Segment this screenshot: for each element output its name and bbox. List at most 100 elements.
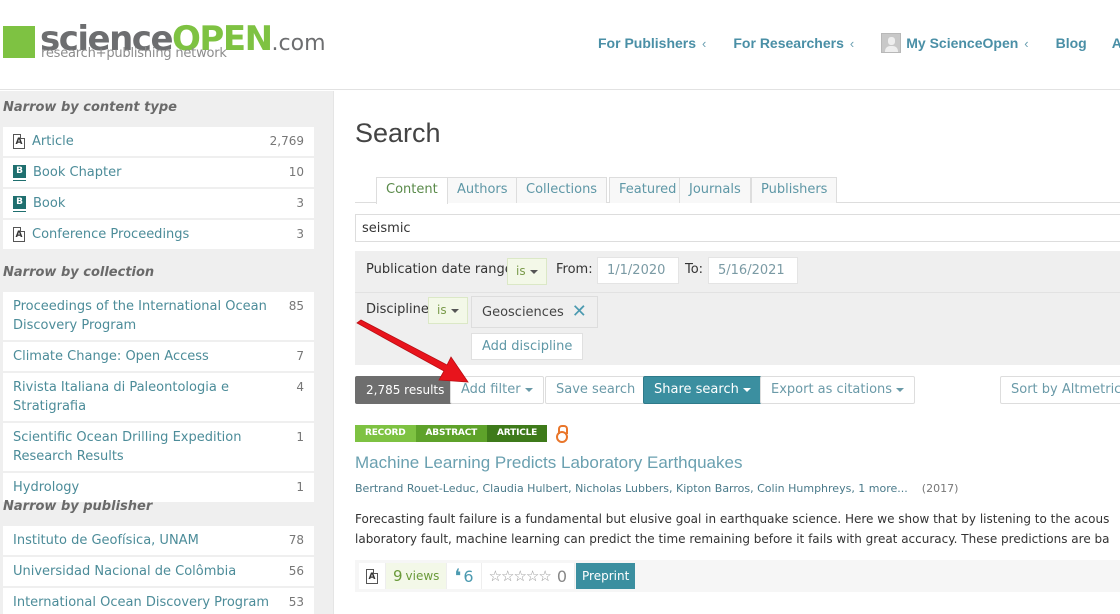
book-icon: B	[13, 196, 26, 211]
caret-down-icon	[742, 387, 751, 392]
caret-down-icon	[450, 308, 459, 313]
publication-year: (2017)	[921, 482, 959, 495]
article-icon: A	[366, 568, 378, 584]
to-label: To:	[685, 262, 704, 277]
tab-publishers[interactable]: Publishers	[751, 177, 838, 203]
caret-down-icon	[896, 387, 905, 392]
item-count: 2,769	[269, 134, 304, 148]
avatar-icon	[881, 33, 902, 53]
item-count: 7	[296, 349, 304, 363]
article-icon: A	[13, 227, 25, 242]
sort-dropdown[interactable]: Sort by Altmetric s	[1000, 376, 1120, 404]
rating[interactable]: ☆☆☆☆☆ 0	[481, 563, 575, 589]
publisher-item[interactable]: International Ocean Discovery Program 53	[3, 588, 314, 614]
nav-label: For Researchers	[733, 35, 844, 51]
item-label: Book	[33, 196, 66, 211]
item-count: 53	[288, 595, 304, 609]
logo-square-icon	[3, 26, 35, 58]
discipline-operator-dropdown[interactable]: is	[428, 297, 468, 324]
top-navigation: For Publishers ‹ For Researchers ‹ My Sc…	[598, 33, 1120, 53]
badge-record: RECORD	[355, 425, 416, 442]
result-authors: Bertrand Rouet-Leduc, Claudia Hulbert, N…	[355, 482, 1120, 495]
share-search-button[interactable]: Share search	[643, 376, 762, 404]
article-icon: A	[13, 134, 25, 149]
filter-sidebar: Narrow by content type A Article 2,769 BB…	[0, 91, 333, 614]
nav-for-researchers[interactable]: For Researchers ‹	[733, 35, 854, 51]
tab-featured[interactable]: Featured	[609, 177, 687, 203]
item-label: Instituto de Geofísica, UNAM	[13, 533, 199, 548]
add-filter-button[interactable]: Add filter	[450, 376, 544, 404]
nav-label: Blog	[1055, 35, 1087, 51]
tab-journals[interactable]: Journals	[679, 177, 751, 203]
item-count: 3	[296, 227, 304, 241]
collection-item[interactable]: Rivista Italiana di Paleontologia e Stra…	[3, 373, 314, 423]
publisher-item[interactable]: Universidad Nacional de Colômbia 56	[3, 557, 314, 588]
nav-label: For Publishers	[598, 35, 697, 51]
result-title-link[interactable]: Machine Learning Predicts Laboratory Ear…	[355, 453, 1120, 473]
collection-item[interactable]: Climate Change: Open Access 7	[3, 342, 314, 373]
citations-count[interactable]: ❛ 6	[447, 563, 482, 589]
chevron-left-icon: ‹	[1024, 35, 1029, 51]
content-type-book-chapter[interactable]: B Book Chapter 10	[3, 158, 314, 189]
star-rating-icons[interactable]: ☆☆☆☆☆	[489, 567, 552, 585]
publisher-item[interactable]: Instituto de Geofísica, UNAM 78	[3, 526, 314, 557]
nav-my-scienceopen[interactable]: My ScienceOpen ‹	[881, 33, 1029, 53]
logo-tagline: research+publishing network	[41, 46, 227, 61]
item-count: 78	[288, 533, 304, 547]
authors-list[interactable]: Bertrand Rouet-Leduc, Claudia Hulbert, N…	[355, 482, 908, 495]
rating-number: 0	[556, 566, 567, 586]
chevron-left-icon: ‹	[849, 35, 855, 51]
badge-article: ARTICLE	[487, 425, 548, 442]
from-label: From:	[556, 262, 593, 277]
tab-collections[interactable]: Collections	[516, 177, 608, 203]
content-type-book[interactable]: B Book 3	[3, 189, 314, 220]
date-range-filter: Publication date range is From: 1/1/2020…	[355, 251, 1120, 293]
site-header: scienceOPEN.com research+publishing netw…	[0, 0, 1120, 90]
views-count: 9 views	[386, 563, 448, 589]
views-label: views	[405, 569, 440, 583]
item-label: Conference Proceedings	[32, 227, 190, 242]
collection-item[interactable]: Hydrology 1	[3, 473, 314, 502]
button-label: Export as citations	[771, 382, 893, 397]
discipline-chip-geosciences: Geosciences ✕	[471, 296, 598, 328]
remove-chip-icon[interactable]: ✕	[572, 301, 587, 322]
badge-abstract: ABSTRACT	[415, 425, 488, 442]
item-label: Climate Change: Open Access	[13, 349, 209, 364]
book-icon: B	[13, 165, 26, 180]
item-count: 85	[288, 299, 304, 313]
item-label: Article	[32, 134, 74, 149]
logo-com-text: .com	[271, 31, 326, 56]
tab-content[interactable]: Content	[376, 177, 448, 204]
nav-about-truncated[interactable]: A	[1112, 35, 1120, 51]
save-search-button[interactable]: Save search	[545, 376, 647, 404]
export-citations-button[interactable]: Export as citations	[760, 376, 916, 404]
nav-label: A	[1111, 35, 1120, 51]
article-type-cell: A	[359, 563, 386, 589]
discipline-label: Discipline	[366, 302, 429, 317]
content-type-article[interactable]: A Article 2,769	[3, 127, 314, 158]
search-tabs: Content Authors Collections Featured Jou…	[355, 177, 1120, 204]
add-discipline-button[interactable]: Add discipline	[471, 333, 584, 360]
item-label: Book Chapter	[33, 165, 122, 180]
nav-for-publishers[interactable]: For Publishers ‹	[598, 35, 706, 51]
results-toolbar: 2,785 results Add filter Save search Sha…	[355, 376, 1120, 404]
chevron-left-icon: ‹	[702, 35, 707, 51]
content-type-conference-proceedings[interactable]: A Conference Proceedings 3	[3, 220, 314, 249]
item-count: 1	[296, 480, 304, 494]
collection-item[interactable]: Scientific Ocean Drilling Expedition Res…	[3, 423, 314, 473]
date-operator-dropdown[interactable]: is	[507, 258, 547, 285]
item-count: 4	[296, 380, 304, 394]
collection-item[interactable]: Proceedings of the International Ocean D…	[3, 292, 314, 342]
quote-icon: ❛	[454, 564, 462, 588]
to-date-input[interactable]: 5/16/2021	[708, 257, 798, 284]
nav-blog[interactable]: Blog	[1056, 35, 1087, 51]
results-count-badge: 2,785 results	[355, 376, 456, 404]
item-label: Hydrology	[13, 480, 80, 495]
item-count: 3	[296, 196, 304, 210]
tab-authors[interactable]: Authors	[447, 177, 518, 203]
result-badges: RECORD ABSTRACT ARTICLE	[355, 425, 1120, 443]
active-filters-panel: Publication date range is From: 1/1/2020…	[355, 251, 1120, 365]
from-date-input[interactable]: 1/1/2020	[597, 257, 679, 284]
operator-label: is	[437, 303, 447, 317]
search-input[interactable]	[355, 214, 1120, 242]
